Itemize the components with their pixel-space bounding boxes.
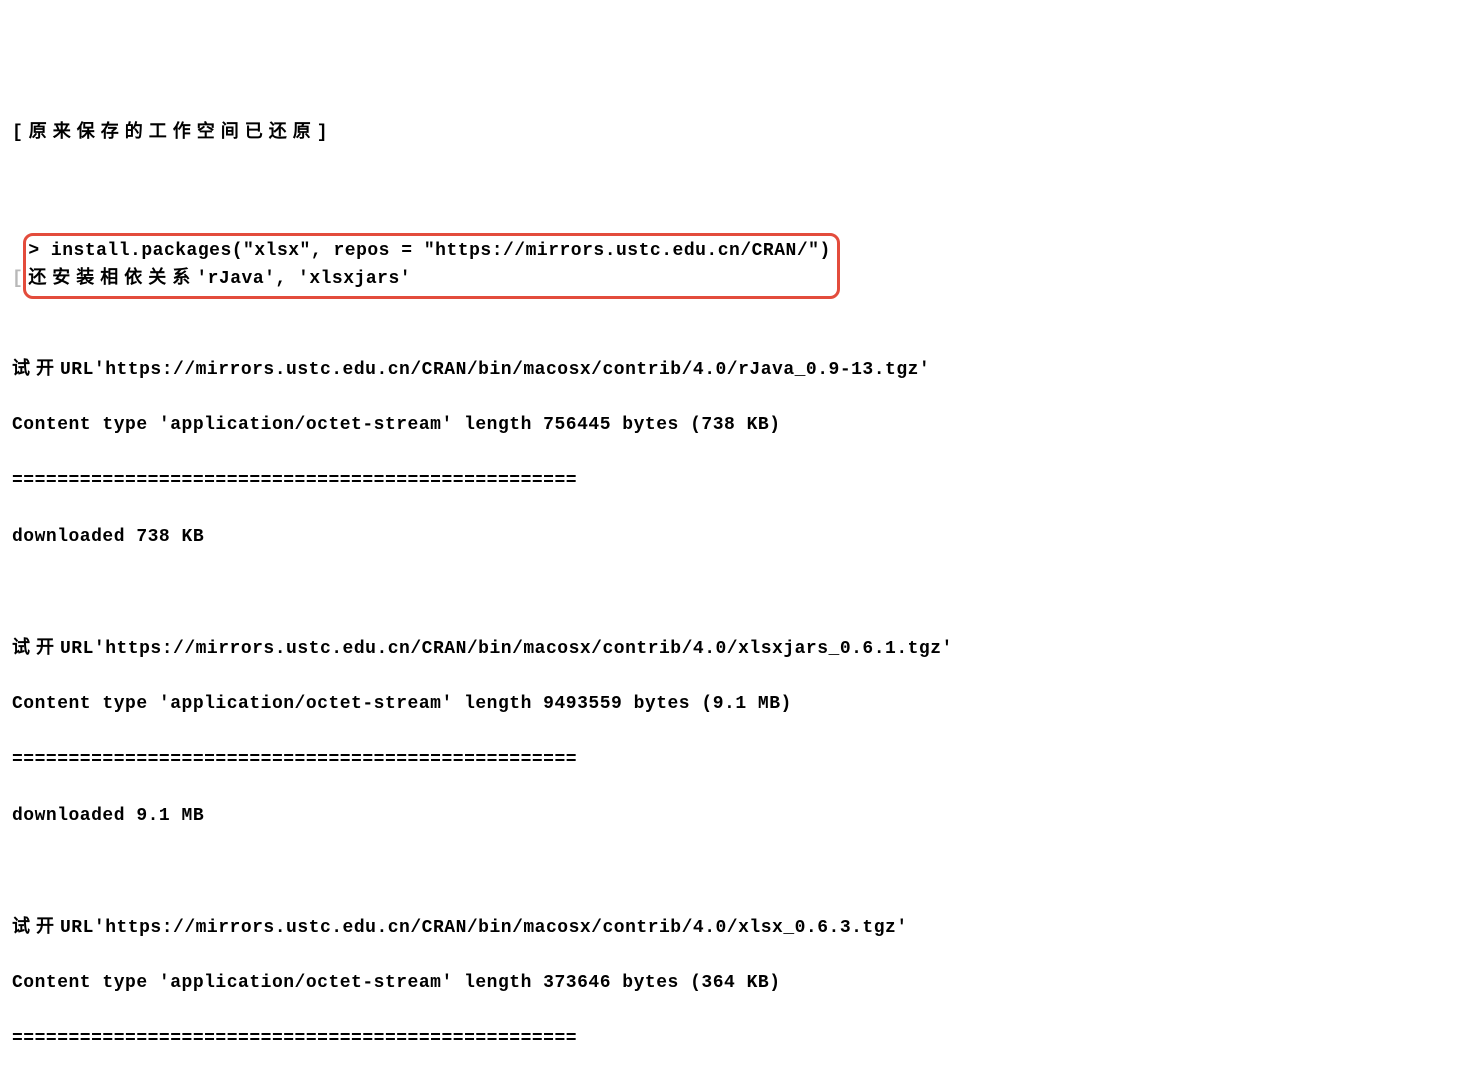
prompt: > [28,241,51,261]
try-url-prefix: 试开 [12,360,60,380]
url-label: URL [60,918,94,938]
content-type-line: Content type 'application/octet-stream' … [12,691,1464,719]
blank-line [12,859,1464,887]
blank-line [12,175,1464,203]
downloaded-line: downloaded 364 KB [12,1082,1464,1084]
content-type-line: Content type 'application/octet-stream' … [12,412,1464,440]
downloaded-line: downloaded 738 KB [12,524,1464,552]
blank-line [12,301,1464,329]
try-url-prefix: 试开 [12,639,60,659]
download-url-line: 试开URL'https://mirrors.ustc.edu.cn/CRAN/b… [12,915,1464,943]
workspace-restored-msg: [原来保存的工作空间已还原] [12,123,334,143]
download-url: 'https://mirrors.ustc.edu.cn/CRAN/bin/ma… [94,918,908,938]
download-url: 'https://mirrors.ustc.edu.cn/CRAN/bin/ma… [94,639,953,659]
deps-line: 还安装相依关系'rJava', 'xlsxjars' [28,266,830,294]
command-line[interactable]: > install.packages("xlsx", repos = "http… [28,238,830,266]
try-url-prefix: 试开 [12,918,60,938]
deps-prefix: 还安装相依关系 [28,269,196,289]
content-type-line: Content type 'application/octet-stream' … [12,970,1464,998]
url-label: URL [60,360,94,380]
progress-bar: ========================================… [12,468,1464,496]
download-url-line: 试开URL'https://mirrors.ustc.edu.cn/CRAN/b… [12,636,1464,664]
progress-bar: ========================================… [12,1026,1464,1054]
gutter-bracket: [ [12,269,23,289]
console-restored-line: [原来保存的工作空间已还原] [12,120,1464,148]
progress-bar: ========================================… [12,747,1464,775]
download-url-line: 试开URL'https://mirrors.ustc.edu.cn/CRAN/b… [12,357,1464,385]
downloaded-line: downloaded 9.1 MB [12,803,1464,831]
command-text: install.packages("xlsx", repos = "https:… [51,241,831,261]
download-url: 'https://mirrors.ustc.edu.cn/CRAN/bin/ma… [94,360,930,380]
deps-list: 'rJava', 'xlsxjars' [196,269,411,289]
blank-line [12,580,1464,608]
url-label: URL [60,639,94,659]
command-highlight-box: > install.packages("xlsx", repos = "http… [23,233,839,299]
